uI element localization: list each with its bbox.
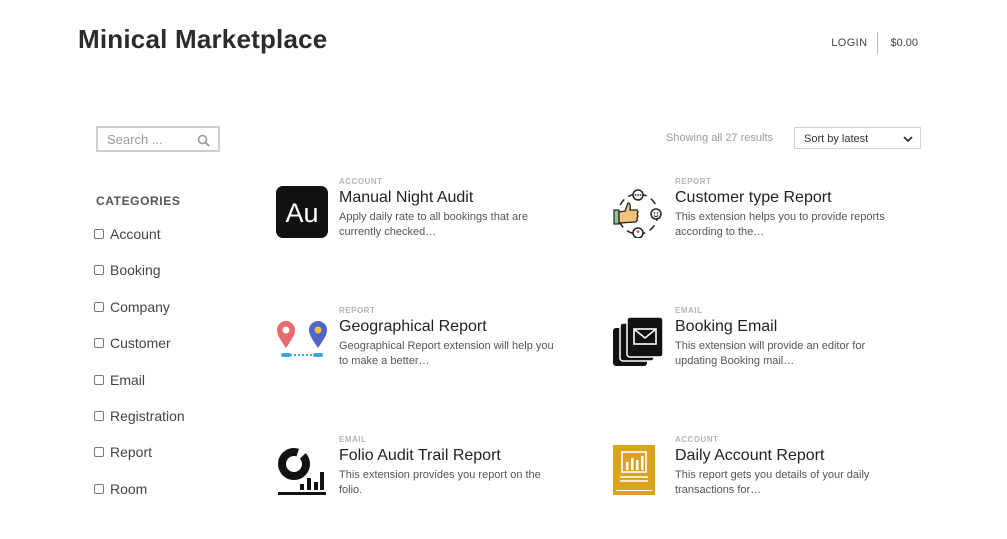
product-card[interactable]: ACCOUNT Daily Account Report This report… [612,435,912,498]
product-card[interactable]: REPORT Customer type Report This extensi… [612,177,912,240]
sort-select[interactable]: Sort by latest [794,127,921,149]
category-label: Registration [110,407,185,424]
category-filter-customer[interactable]: Customer [94,335,185,371]
checkbox[interactable] [94,338,104,349]
product-description: This extension helps you to provide repo… [675,211,885,238]
product-card[interactable]: REPORT Geographical Report Geographical … [276,306,576,369]
product-title[interactable]: Booking Email [675,318,777,336]
au-icon[interactable]: Au [276,186,328,238]
product-category: EMAIL [339,435,367,444]
product-description: Apply daily rate to all bookings that ar… [339,211,528,238]
au-icon-text: Au [285,198,318,228]
product-card[interactable]: EMAIL Booking Email This extension will … [612,306,912,369]
category-filter-booking[interactable]: Booking [94,262,185,298]
pie-bar-chart-icon[interactable] [276,444,328,496]
sort-select-value: Sort by latest [804,133,869,145]
checkbox[interactable] [94,229,104,239]
checkbox[interactable] [94,301,104,312]
checkbox[interactable] [94,410,104,421]
site-title[interactable]: Minical Marketplace [78,24,327,55]
category-label: Customer [110,335,171,352]
login-link[interactable]: LOGIN [831,37,877,49]
checkbox[interactable] [94,447,104,458]
product-card[interactable]: EMAIL Folio Audit Trail Report This exte… [276,435,576,498]
account-book-icon[interactable] [612,444,664,496]
category-label: Report [110,444,153,461]
email-stack-icon[interactable] [612,315,664,367]
map-pins-icon[interactable] [276,315,328,367]
product-title[interactable]: Geographical Report [339,318,487,336]
search-icon[interactable] [197,134,210,147]
product-description: This report gets you details of your dai… [675,469,870,496]
category-label: Email [110,371,146,388]
product-description: This extension will provide an editor fo… [675,340,866,367]
category-filter-room[interactable]: Room [94,481,185,517]
product-title[interactable]: Customer type Report [675,189,832,207]
search-box [96,126,220,152]
checkbox[interactable] [94,265,104,276]
product-category: EMAIL [675,306,703,315]
checkbox[interactable] [94,374,104,385]
product-category: ACCOUNT [675,435,719,444]
category-label: Company [110,298,170,315]
product-description: This extension provides you report on th… [339,469,541,496]
categories-heading: CATEGORIES [96,194,181,208]
result-count: Showing all 27 results [666,132,774,144]
category-list: Account Booking Company Customer Email R… [94,226,185,517]
chevron-down-icon [903,136,913,143]
category-filter-account[interactable]: Account [94,226,185,262]
product-category: REPORT [675,177,712,186]
product-category: ACCOUNT [339,177,383,186]
product-title[interactable]: Manual Night Audit [339,189,473,207]
customer-feedback-icon[interactable] [612,186,664,238]
product-title[interactable]: Folio Audit Trail Report [339,447,501,465]
category-label: Booking [110,262,161,279]
product-card[interactable]: Au ACCOUNT Manual Night Audit Apply dail… [276,177,576,240]
category-label: Room [110,480,148,497]
product-title[interactable]: Daily Account Report [675,447,824,465]
top-nav: LOGIN $0.00 [831,32,918,54]
checkbox[interactable] [94,483,104,494]
product-description: Geographical Report extension will help … [339,340,554,367]
category-filter-registration[interactable]: Registration [94,408,185,444]
category-filter-company[interactable]: Company [94,299,185,335]
cart-total-link[interactable]: $0.00 [878,37,918,49]
category-label: Account [110,226,161,242]
category-filter-email[interactable]: Email [94,372,185,408]
category-filter-report[interactable]: Report [94,444,185,480]
search-input[interactable] [98,128,199,150]
product-category: REPORT [339,306,376,315]
